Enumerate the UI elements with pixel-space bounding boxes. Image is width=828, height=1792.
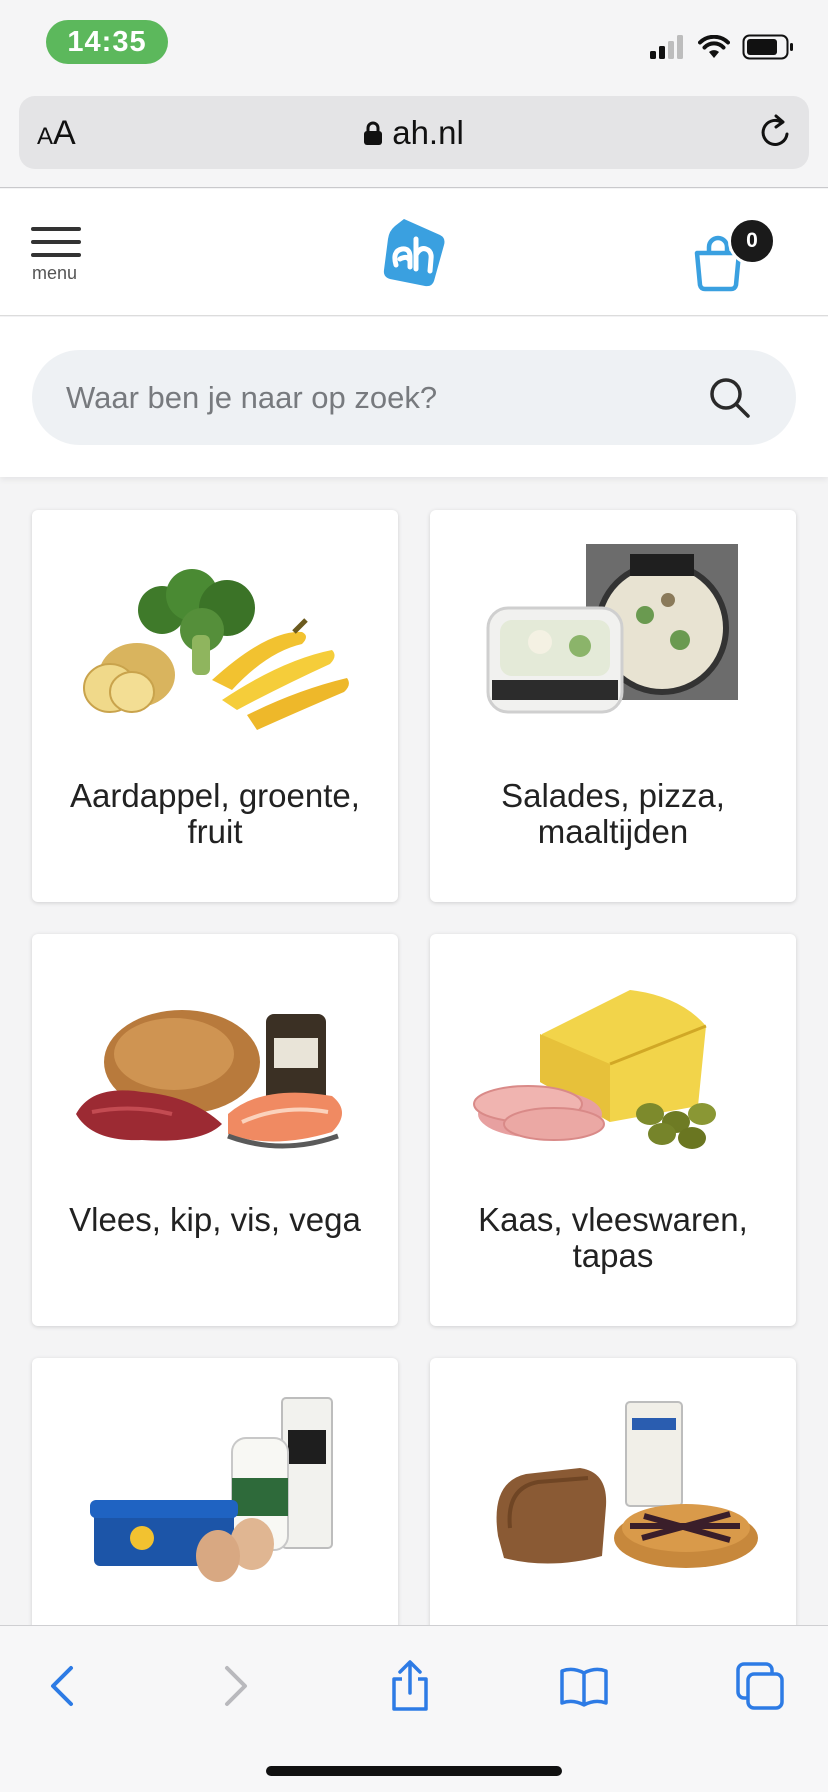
cart-button[interactable]: 0 <box>690 217 790 297</box>
forward-icon <box>225 1666 247 1706</box>
hamburger-line <box>31 240 81 244</box>
back-button[interactable] <box>32 1656 92 1716</box>
back-icon <box>51 1666 73 1706</box>
tabs-button[interactable] <box>730 1656 790 1716</box>
category-title: Salades, pizza, maaltijden <box>501 777 725 850</box>
category-title: Vlees, kip, vis, vega <box>69 1201 361 1238</box>
status-time: 14:35 <box>46 20 168 64</box>
category-card-aardappel-groente-fruit[interactable]: Aardappel, groente, fruit <box>32 510 398 902</box>
tabs-icon <box>736 1662 784 1710</box>
battery-icon <box>742 34 793 60</box>
category-title: Kaas, vleeswaren, tapas <box>478 1201 748 1274</box>
hamburger-icon <box>31 227 81 231</box>
search-box[interactable] <box>32 350 796 445</box>
search-input[interactable] <box>66 379 666 416</box>
category-card-salades-pizza-maaltijden[interactable]: Salades, pizza, maaltijden <box>430 510 796 902</box>
albert-heijn-logo[interactable] <box>380 217 448 289</box>
chicken-beef-salmon-image <box>76 1010 342 1149</box>
status-bar: 14:35 <box>0 0 828 90</box>
search-section <box>0 317 828 477</box>
butter-yoghurt-oatmilk-eggs-image <box>90 1397 333 1582</box>
reload-icon[interactable] <box>755 112 795 152</box>
menu-button[interactable]: menu <box>31 227 83 285</box>
category-title: Aardappel, groente, fruit <box>70 777 360 850</box>
browser-toolbar <box>0 1625 828 1792</box>
cellular-signal-icon <box>650 35 683 59</box>
bookmarks-button[interactable] <box>554 1656 614 1716</box>
bookmarks-icon <box>560 1667 608 1707</box>
forward-button[interactable] <box>206 1656 266 1716</box>
share-button[interactable] <box>380 1656 440 1716</box>
potatoes-broccoli-bananas-image <box>83 569 349 730</box>
salad-and-pizza-packages-image <box>486 544 738 714</box>
home-indicator[interactable] <box>266 1766 562 1776</box>
cheese-ham-olives-image <box>473 990 716 1149</box>
share-icon <box>392 1660 428 1711</box>
site-header: menu 0 <box>0 189 828 316</box>
url-text: ah.nl <box>392 114 464 151</box>
status-icons <box>650 34 794 60</box>
screen: 14:35 AA ah.nl menu 0 Waar ben je naar o… <box>0 0 828 1792</box>
category-card-kaas-vleeswaren-tapas[interactable]: Kaas, vleeswaren, tapas <box>430 934 796 1326</box>
address-bar[interactable]: AA ah.nl <box>19 96 809 169</box>
wifi-icon <box>698 35 730 58</box>
url-display[interactable]: ah.nl <box>19 114 809 152</box>
menu-label: menu <box>32 263 78 283</box>
hamburger-line <box>31 253 81 257</box>
lock-icon <box>364 121 383 145</box>
category-card-vlees-kip-vis-vega[interactable]: Vlees, kip, vis, vega <box>32 934 398 1326</box>
cart-count-badge: 0 <box>728 217 776 265</box>
bread-pancake-mix-pie-image <box>496 1401 758 1568</box>
browser-address-area: AA ah.nl <box>0 90 828 188</box>
search-icon[interactable] <box>708 376 752 420</box>
